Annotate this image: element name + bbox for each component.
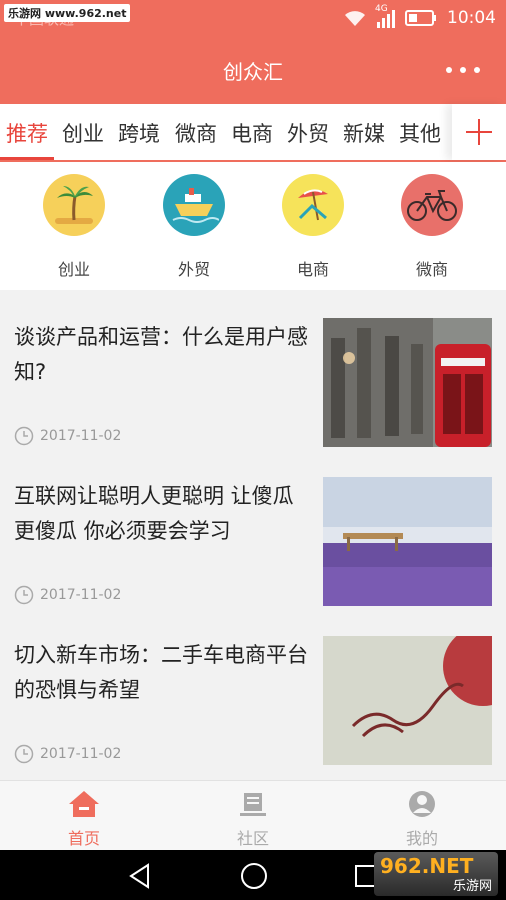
clock: 10:04 [447,8,496,28]
watermark: 乐游网 www.962.net [4,4,131,22]
tab-startup[interactable]: 创业 [62,118,104,148]
clock-icon [14,744,34,764]
tab-other[interactable]: 其他 [399,118,441,148]
logo-subtext: 乐游网 [452,879,492,894]
article-thumbnail [323,318,492,447]
bottom-nav: 首页 社区 我的 [0,780,506,850]
tab-ecommerce[interactable]: 电商 [231,118,273,148]
tab-cross-border[interactable]: 跨境 [118,118,160,148]
article-item[interactable]: 谈谈产品和运营：什么是用户感知? 2017-11-02 [0,290,506,449]
nav-label: 社区 [236,829,269,848]
more-menu-button[interactable] [446,58,480,82]
nav-label: 首页 [67,829,100,848]
category-startup[interactable]: 创业 [24,174,124,280]
category-wechat-business[interactable]: 微商 [382,174,482,280]
active-tab-indicator [0,157,54,160]
article-date: 2017-11-02 [40,587,122,603]
article-date-row: 2017-11-02 [14,585,121,605]
nav-home[interactable]: 首页 [39,789,129,849]
add-tab-button[interactable] [452,104,506,160]
category-label: 外贸 [177,260,210,279]
category-foreign-trade[interactable]: 外贸 [144,174,244,280]
home-icon [69,791,99,817]
tab-foreign-trade[interactable]: 外贸 [287,118,329,148]
palm-tree-icon [43,174,105,236]
tab-recommend[interactable]: 推荐 [6,118,48,148]
category-label: 电商 [296,260,329,279]
category-tabs: 推荐 创业 跨境 微商 电商 外贸 新媒 其他 [0,104,506,162]
category-label: 创业 [57,260,90,279]
article-date: 2017-11-02 [40,428,122,444]
app-bar: 创众汇 [0,36,506,104]
category-label: 微商 [415,260,448,279]
category-ecommerce[interactable]: 电商 [263,174,363,280]
article-title: 互联网让聪明人更聪明 让傻瓜更傻瓜 你必须要会学习 [14,484,294,543]
article-item[interactable]: 切入新车市场：二手车电商平台的恐惧与希望 2017-11-02 [0,608,506,767]
article-date-row: 2017-11-02 [14,744,121,764]
network-type: 4G [375,4,388,14]
nav-label: 我的 [405,829,438,848]
article-feed: 谈谈产品和运营：什么是用户感知? 2017-11-02 互联网让聪明人更聪明 让… [0,290,506,780]
user-icon [409,791,435,817]
home-circle-icon[interactable] [240,862,268,890]
site-logo: 962.NET 乐游网 [374,852,498,896]
article-title: 谈谈产品和运营：什么是用户感知? [14,325,308,384]
tab-wechat-business[interactable]: 微商 [175,118,217,148]
status-bar: 中国联通 乐游网 www.962.net 4G 10:04 [0,0,506,36]
category-shortcuts: 创业 外贸 电商 微商 [0,162,506,290]
coffee-icon [240,793,266,816]
wifi-icon [345,11,365,26]
plus-icon [466,119,492,145]
nav-community[interactable]: 社区 [208,789,298,849]
bicycle-icon [401,174,463,236]
article-thumbnail [323,636,492,765]
battery-icon [405,10,436,26]
article-item[interactable]: 互联网让聪明人更聪明 让傻瓜更傻瓜 你必须要会学习 2017-11-02 [0,449,506,608]
clock-icon [14,585,34,605]
tab-new-media[interactable]: 新媒 [343,118,385,148]
more-dots-icon [446,67,452,73]
ship-icon [163,174,225,236]
clock-icon [14,426,34,446]
app-title: 创众汇 [223,60,283,84]
article-thumbnail [323,477,492,606]
article-date: 2017-11-02 [40,746,122,762]
signal-icon: 4G [375,4,395,28]
nav-profile[interactable]: 我的 [377,789,467,849]
back-icon[interactable] [128,863,152,889]
beach-chair-icon [282,174,344,236]
article-date-row: 2017-11-02 [14,426,121,446]
article-title: 切入新车市场：二手车电商平台的恐惧与希望 [14,643,308,702]
